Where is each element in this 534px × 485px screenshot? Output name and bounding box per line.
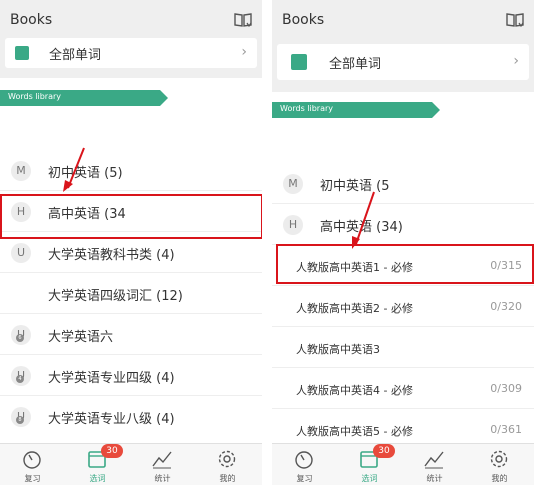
item-badge: M (283, 174, 303, 194)
tab-review[interactable]: 复习 (0, 444, 65, 485)
library-item-cet6[interactable]: U 6 大学英语六 (0, 315, 262, 355)
open-book-icon[interactable] (234, 12, 252, 28)
tab-stats[interactable]: 统计 (402, 444, 467, 485)
tab-label: 统计 (426, 474, 443, 483)
tab-mine[interactable]: 我的 (195, 444, 260, 485)
red-arrow-icon (63, 147, 85, 192)
line-chart-icon (424, 451, 444, 469)
item-sub-badge: 6 (16, 334, 24, 342)
tab-review[interactable]: 复习 (272, 444, 337, 485)
highlight-box (0, 194, 262, 239)
tab-mine[interactable]: 我的 (467, 444, 532, 485)
notification-badge: 30 (373, 444, 395, 458)
tab-bar: 复习 30 选词 统计 我的 (272, 443, 534, 485)
tab-label: 选词 (361, 474, 378, 483)
book-green-icon (291, 54, 307, 70)
library-item-junior[interactable]: M 初中英语 (5) (0, 151, 262, 191)
tab-label: 复习 (296, 474, 313, 483)
library-item-cet4[interactable]: 大学英语四级词汇 (12) (0, 274, 262, 314)
all-words-button[interactable]: 全部单词 › (5, 38, 257, 68)
open-book-icon[interactable] (506, 12, 524, 28)
item-badge: U (11, 243, 31, 263)
all-words-label: 全部单词 (49, 48, 102, 63)
item-badge: H (283, 215, 303, 235)
item-label: 大学英语专业四级 (4) (48, 371, 175, 386)
words-library: Words library M 初中英语 (5) H 高中英语 (34 U 大学… (0, 78, 262, 443)
tab-label: 我的 (219, 474, 236, 483)
library-ribbon: Words library (272, 102, 440, 118)
tab-bar: 复习 30 选词 统计 我的 (0, 443, 262, 485)
tab-stats[interactable]: 统计 (130, 444, 195, 485)
timer-icon (295, 451, 313, 469)
tab-select-words[interactable]: 30 选词 (337, 444, 402, 485)
library-ribbon-label: Words library (8, 92, 62, 101)
item-label: 大学英语专业八级 (4) (48, 412, 175, 427)
library-item-senior[interactable]: H 高中英语 (34) (272, 205, 534, 245)
gear-icon (490, 450, 508, 468)
book-label: 人教版高中英语4 - 必修 (296, 384, 413, 397)
left-screen: Books 全部单词 › Words library M 初中英语 (5) H … (0, 0, 262, 485)
item-label: 大学英语四级词汇 (12) (48, 289, 183, 304)
library-ribbon: Words library (0, 90, 168, 106)
tab-select-words[interactable]: 30 选词 (65, 444, 130, 485)
library-item-tem8[interactable]: U 8 大学英语专业八级 (4) (0, 397, 262, 437)
item-label: 大学英语六 (48, 330, 114, 345)
book-label: 人教版高中英语3 (296, 343, 380, 356)
book-green-icon (15, 46, 29, 60)
timer-icon (23, 451, 41, 469)
tab-label: 选词 (89, 474, 106, 483)
item-sub-badge: 8 (16, 416, 24, 424)
all-words-button[interactable]: 全部单词 › (277, 44, 529, 80)
book-row[interactable]: 人教版高中英语3 (272, 328, 534, 368)
top-bar: Books (0, 0, 262, 38)
red-arrow-icon (352, 191, 375, 249)
tab-label: 统计 (154, 474, 171, 483)
item-sub-badge: 4 (16, 375, 24, 383)
library-item-college-textbook[interactable]: U 大学英语教科书类 (4) (0, 233, 262, 273)
book-row[interactable]: 人教版高中英语4 - 必修 0/309 (272, 369, 534, 409)
notification-badge: 30 (101, 444, 123, 458)
divider (262, 0, 272, 485)
highlight-box (276, 244, 534, 284)
line-chart-icon (152, 451, 172, 469)
page-title: Books (282, 12, 325, 28)
page-title: Books (10, 12, 53, 28)
top-bar: Books (272, 0, 534, 38)
library-item-junior[interactable]: M 初中英语 (5 (272, 164, 534, 204)
chevron-right-icon: › (513, 53, 519, 69)
book-count: 0/309 (490, 382, 522, 395)
right-screen: Books 全部单词 › Words library M 初中英语 (5 H 高… (272, 0, 534, 485)
library-item-tem4[interactable]: U 4 大学英语专业四级 (4) (0, 356, 262, 396)
chevron-right-icon: › (241, 44, 247, 60)
all-words-label: 全部单词 (329, 57, 382, 72)
book-row[interactable]: 人教版高中英语2 - 必修 0/320 (272, 287, 534, 327)
item-label: 大学英语教科书类 (4) (48, 248, 175, 263)
book-label: 人教版高中英语5 - 必修 (296, 425, 413, 438)
tab-label: 我的 (491, 474, 508, 483)
gear-icon (218, 450, 236, 468)
book-count: 0/361 (490, 423, 522, 436)
tab-label: 复习 (24, 474, 41, 483)
book-label: 人教版高中英语2 - 必修 (296, 302, 413, 315)
book-count: 0/320 (490, 300, 522, 313)
item-badge: M (11, 161, 31, 181)
library-ribbon-label: Words library (280, 104, 334, 113)
